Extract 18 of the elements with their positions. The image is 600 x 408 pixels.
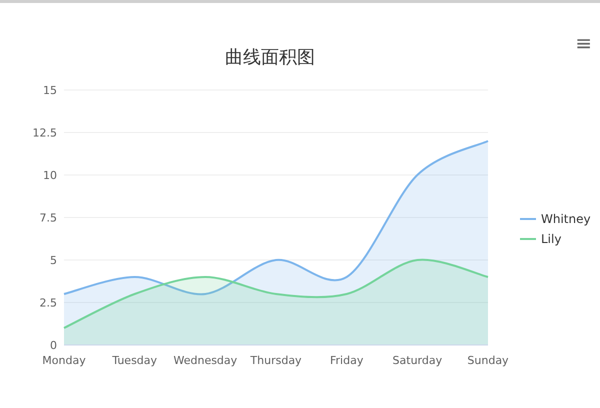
x-axis-label: Monday bbox=[42, 354, 86, 367]
x-axis-label: Wednesday bbox=[174, 354, 238, 367]
y-axis-label: 5 bbox=[50, 254, 57, 267]
y-axis-label: 10 bbox=[43, 169, 57, 182]
x-axis-label: Tuesday bbox=[112, 354, 158, 367]
y-axis-label: 0 bbox=[50, 339, 57, 352]
chart-title: 曲线面积图 bbox=[225, 47, 315, 68]
y-axis-label: 12.5 bbox=[32, 126, 57, 140]
y-axis-label: 7.5 bbox=[40, 212, 57, 224]
legend-item[interactable]: Whitney bbox=[541, 212, 591, 226]
x-axis-label: Thursday bbox=[250, 354, 302, 367]
legend-item[interactable]: Lily bbox=[541, 232, 562, 246]
x-axis-label: Sunday bbox=[467, 354, 509, 367]
x-axis-label: Friday bbox=[330, 354, 364, 367]
x-axis-label: Saturday bbox=[392, 354, 442, 367]
menu-icon[interactable]: ≡ bbox=[575, 33, 592, 53]
y-axis-label: 15 bbox=[43, 84, 57, 97]
y-axis-label: 2.5 bbox=[40, 296, 57, 310]
